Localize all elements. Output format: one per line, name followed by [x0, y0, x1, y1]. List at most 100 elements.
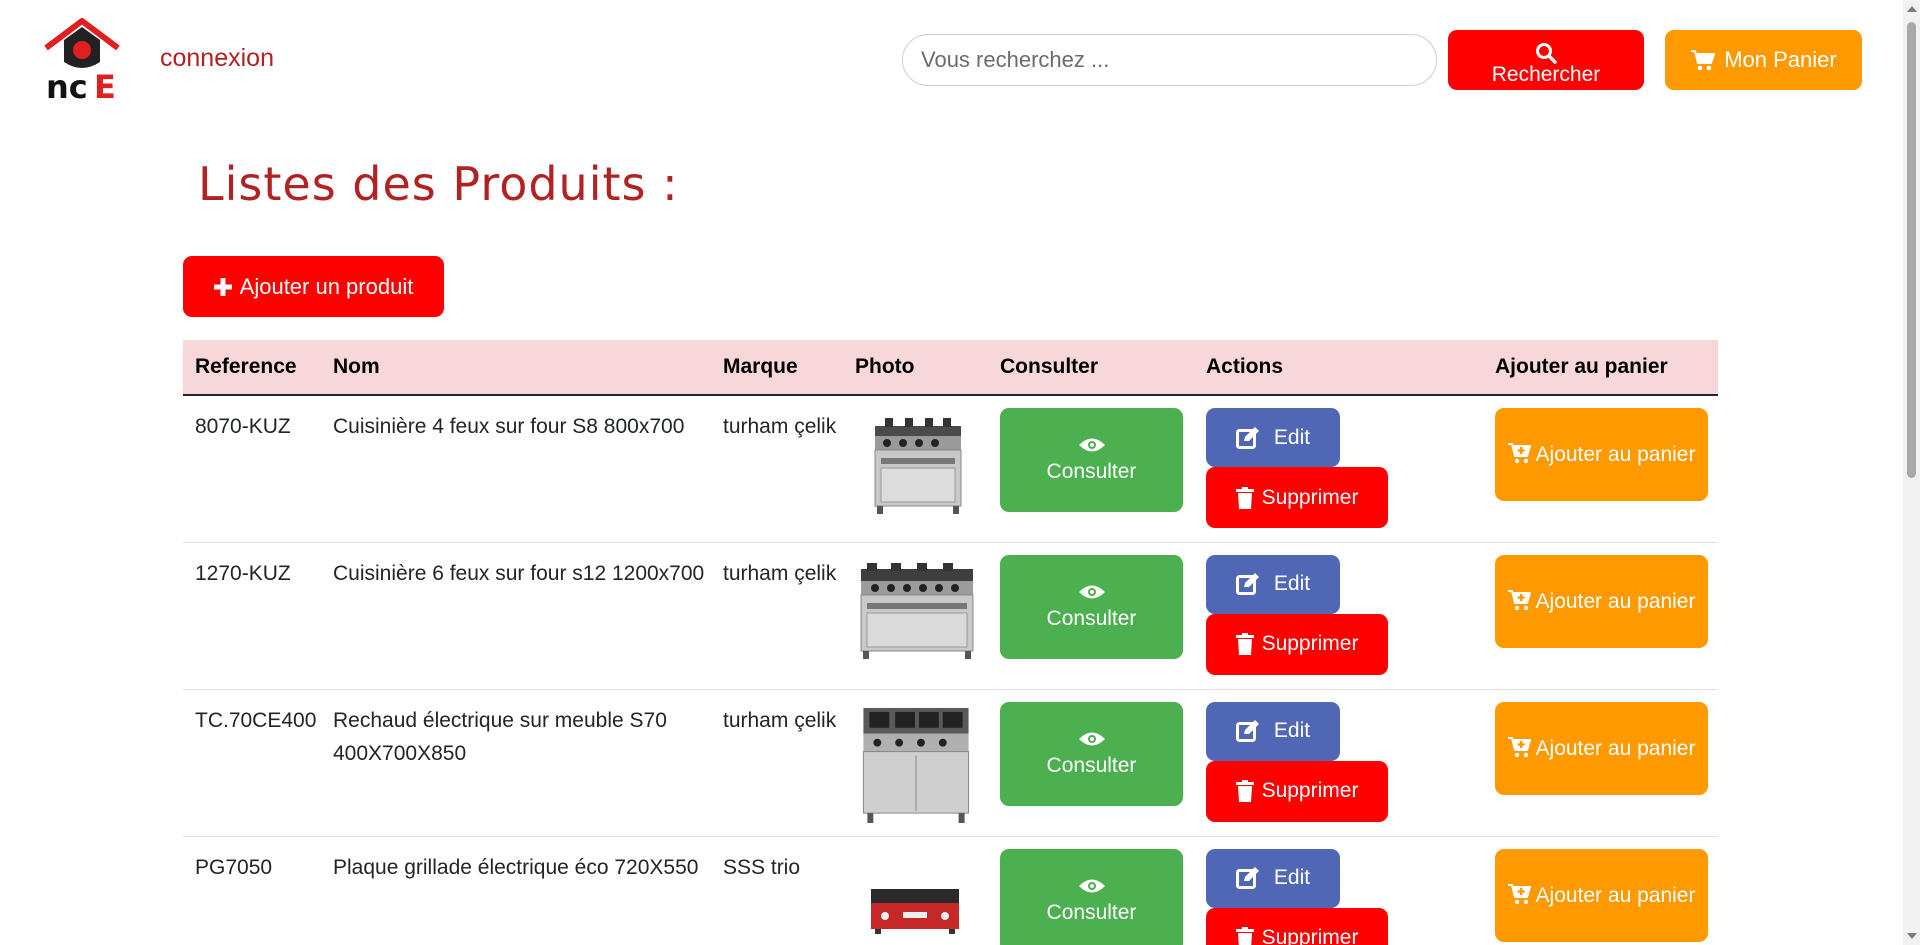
header-actions: Actions: [1194, 340, 1483, 396]
cell-reference: PG7050: [183, 836, 321, 945]
delete-label: Supprimer: [1261, 485, 1359, 509]
my-cart-button[interactable]: Mon Panier: [1665, 30, 1862, 90]
consult-button[interactable]: Consulter: [1000, 848, 1183, 945]
scroll-thumb[interactable]: [1907, 22, 1916, 478]
electric-range-cabinet-image[interactable]: [855, 702, 975, 826]
search-icon: [1536, 43, 1557, 64]
delete-label: Supprimer: [1261, 779, 1359, 802]
delete-button[interactable]: Supprimer: [1206, 613, 1388, 675]
table-header-row: Reference Nom Marque Photo Consulter Act…: [183, 340, 1718, 396]
cell-add-to-cart: Ajouter au panier: [1483, 542, 1718, 690]
cell-reference: 8070-KUZ: [183, 395, 321, 543]
edit-button[interactable]: Edit: [1206, 554, 1340, 614]
scroll-down-arrow[interactable]: [1907, 933, 1917, 939]
svg-text:E: E: [94, 68, 116, 102]
header-photo: Photo: [843, 340, 988, 396]
cell-marque: turham çelik: [711, 395, 843, 543]
add-product-button[interactable]: Ajouter un produit: [183, 256, 444, 317]
scroll-up-arrow[interactable]: [1907, 6, 1917, 12]
cell-add-to-cart: Ajouter au panier: [1483, 395, 1718, 543]
page-title: Listes des Produits :: [198, 157, 679, 211]
add-to-cart-button[interactable]: Ajouter au panier: [1495, 701, 1708, 795]
header-marque: Marque: [711, 340, 843, 396]
header-reference: Reference: [183, 340, 321, 396]
cart-plus-icon: [1507, 883, 1531, 904]
consult-label: Consulter: [1046, 606, 1137, 630]
cart-plus-icon: [1507, 736, 1531, 757]
cell-consulter: Consulter: [988, 395, 1194, 543]
cell-nom: Rechaud électrique sur meuble S70 400X70…: [321, 689, 711, 837]
consult-button[interactable]: Consulter: [1000, 408, 1183, 512]
search-button-label: Rechercher: [1491, 63, 1601, 86]
svg-text:nc: nc: [46, 68, 88, 102]
eye-icon: [1078, 585, 1105, 598]
stove-6-burner-oven-image[interactable]: [855, 555, 975, 665]
cell-marque: SSS trio: [711, 836, 843, 945]
header-nom: Nom: [321, 340, 711, 396]
delete-label: Supprimer: [1261, 926, 1359, 945]
eye-icon: [1078, 879, 1105, 892]
nce-logo[interactable]: nc E: [42, 18, 122, 102]
trash-icon: [1235, 780, 1254, 802]
electric-griddle-image[interactable]: [855, 849, 975, 945]
cell-actions: Edit Supprimer: [1194, 689, 1483, 837]
login-link[interactable]: connexion: [160, 44, 274, 73]
vertical-scrollbar[interactable]: [1903, 0, 1920, 945]
delete-button[interactable]: Supprimer: [1206, 760, 1388, 822]
cell-consulter: Consulter: [988, 836, 1194, 945]
cell-marque: turham çelik: [711, 542, 843, 690]
search-button[interactable]: Rechercher: [1448, 30, 1644, 90]
edit-icon: [1235, 720, 1259, 742]
cart-plus-icon: [1507, 589, 1531, 610]
edit-button[interactable]: Edit: [1206, 848, 1340, 908]
eye-icon: [1078, 438, 1105, 452]
delete-button[interactable]: Supprimer: [1206, 907, 1388, 945]
cell-photo: [843, 542, 988, 690]
my-cart-label: Mon Panier: [1724, 47, 1837, 72]
edit-button[interactable]: Edit: [1206, 408, 1340, 467]
cell-consulter: Consulter: [988, 689, 1194, 837]
eye-icon: [1078, 732, 1105, 745]
search-input[interactable]: [902, 34, 1437, 86]
edit-button[interactable]: Edit: [1206, 701, 1340, 761]
consult-label: Consulter: [1046, 900, 1137, 924]
add-to-cart-label: Ajouter au panier: [1535, 883, 1696, 907]
trash-icon: [1235, 927, 1254, 945]
delete-button[interactable]: Supprimer: [1206, 467, 1388, 528]
cell-photo: [843, 689, 988, 837]
delete-label: Supprimer: [1261, 632, 1359, 655]
edit-label: Edit: [1273, 425, 1311, 449]
consult-label: Consulter: [1046, 460, 1137, 483]
edit-icon: [1235, 426, 1259, 449]
table-row: 8070-KUZ Cuisinière 4 feux sur four S8 8…: [183, 395, 1718, 543]
table-row: TC.70CE400 Rechaud électrique sur meuble…: [183, 689, 1718, 837]
cell-consulter: Consulter: [988, 542, 1194, 690]
consult-label: Consulter: [1046, 753, 1137, 777]
cell-marque: turham çelik: [711, 689, 843, 837]
cell-reference: 1270-KUZ: [183, 542, 321, 690]
cell-actions: Edit Supprimer: [1194, 836, 1483, 945]
cell-nom: Cuisinière 6 feux sur four s12 1200x700: [321, 542, 711, 690]
cell-add-to-cart: Ajouter au panier: [1483, 689, 1718, 837]
add-to-cart-label: Ajouter au panier: [1535, 443, 1696, 466]
add-to-cart-button[interactable]: Ajouter au panier: [1495, 408, 1708, 501]
cell-add-to-cart: Ajouter au panier: [1483, 836, 1718, 945]
edit-label: Edit: [1273, 572, 1311, 595]
cart-plus-icon: [1507, 443, 1531, 464]
cell-actions: Edit Supprimer: [1194, 395, 1483, 543]
consult-button[interactable]: Consulter: [1000, 554, 1183, 659]
header-add-to-cart: Ajouter au panier: [1483, 340, 1718, 396]
edit-label: Edit: [1273, 866, 1311, 889]
cell-photo: [843, 836, 988, 945]
add-to-cart-button[interactable]: Ajouter au panier: [1495, 554, 1708, 648]
edit-icon: [1235, 867, 1259, 889]
cell-photo: [843, 395, 988, 543]
cell-reference: TC.70CE400: [183, 689, 321, 837]
trash-icon: [1235, 486, 1254, 509]
consult-button[interactable]: Consulter: [1000, 701, 1183, 806]
table-row: PG7050 Plaque grillade électrique éco 72…: [183, 836, 1718, 945]
cell-actions: Edit Supprimer: [1194, 542, 1483, 690]
add-to-cart-button[interactable]: Ajouter au panier: [1495, 848, 1708, 942]
site-header: nc E connexion Rechercher Mon Panier: [0, 0, 1900, 130]
stove-4-burner-oven-image[interactable]: [855, 408, 975, 518]
